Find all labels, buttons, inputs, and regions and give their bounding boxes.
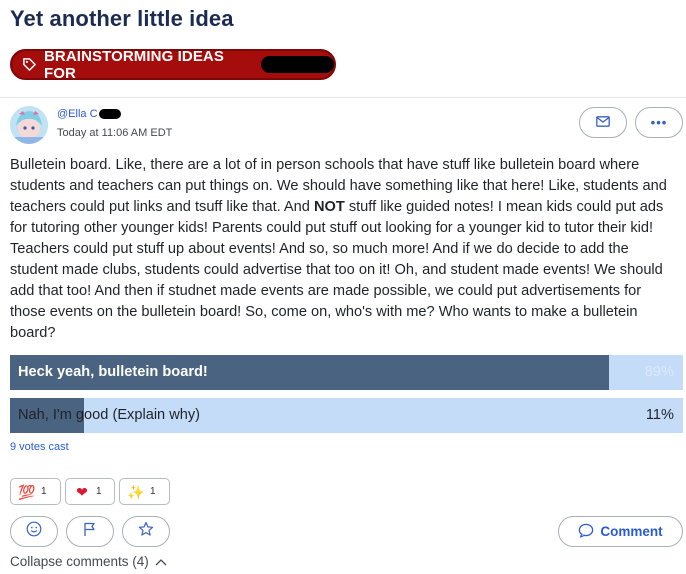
reaction-heart[interactable]: ❤ 1 <box>65 478 115 505</box>
reaction-count: 1 <box>96 486 102 497</box>
post-body-text: stuff like guided notes! I mean kids cou… <box>10 199 664 341</box>
favorite-button[interactable] <box>122 516 170 547</box>
category-tag[interactable]: BRAINSTORMING IDEAS FOR <box>10 47 336 82</box>
more-options-button[interactable]: ••• <box>635 107 683 138</box>
speech-bubble-icon <box>578 523 594 541</box>
poll-option-percent: 11% <box>645 407 674 423</box>
comment-button[interactable]: Comment <box>558 516 683 547</box>
post-body: Bulletein board. Like, there are a lot o… <box>10 155 680 344</box>
mail-icon <box>596 114 610 132</box>
post-title: Yet another little idea <box>10 6 234 31</box>
redaction-mark <box>98 109 121 119</box>
author-name: @Ella C <box>57 108 98 120</box>
reaction-hundred[interactable]: 💯 1 <box>10 478 61 505</box>
smiley-icon <box>26 521 42 542</box>
star-icon <box>138 521 154 542</box>
ellipsis-icon: ••• <box>650 115 668 130</box>
reaction-sparkles[interactable]: ✨ 1 <box>119 478 170 505</box>
poll-option-label: Heck yeah, bulletein board! <box>18 364 208 380</box>
tag-icon <box>22 57 37 72</box>
collapse-comments-toggle[interactable]: Collapse comments (4) <box>10 554 167 569</box>
flag-icon <box>83 521 97 542</box>
sparkles-icon: ✨ <box>127 483 145 500</box>
poll-option[interactable]: Nah, I'm good (Explain why) 11% <box>10 398 683 433</box>
message-button[interactable] <box>579 107 627 138</box>
add-reaction-button[interactable] <box>10 516 58 547</box>
redaction-mark <box>260 56 334 73</box>
chevron-up-icon <box>155 554 167 569</box>
category-tag-label: BRAINSTORMING IDEAS FOR <box>44 47 224 82</box>
hundred-points-icon: 💯 <box>18 483 36 500</box>
comment-button-label: Comment <box>600 524 663 539</box>
reaction-count: 1 <box>41 486 47 497</box>
report-button[interactable] <box>66 516 114 547</box>
post-body-emphasis: NOT <box>313 199 345 215</box>
poll-option[interactable]: Heck yeah, bulletein board! 89% <box>10 355 683 390</box>
poll-option-label: Nah, I'm good (Explain why) <box>18 407 201 423</box>
reaction-count: 1 <box>150 486 156 497</box>
vote-count: 9 votes cast <box>10 441 69 453</box>
divider <box>0 97 686 98</box>
collapse-comments-label: Collapse comments (4) <box>10 554 149 569</box>
post-timestamp: Today at 11:06 AM EDT <box>57 127 173 139</box>
heart-icon: ❤ <box>76 483 88 500</box>
poll-option-percent: 89% <box>644 364 674 380</box>
author-link[interactable]: @Ella C <box>57 108 121 120</box>
avatar[interactable] <box>10 106 48 144</box>
